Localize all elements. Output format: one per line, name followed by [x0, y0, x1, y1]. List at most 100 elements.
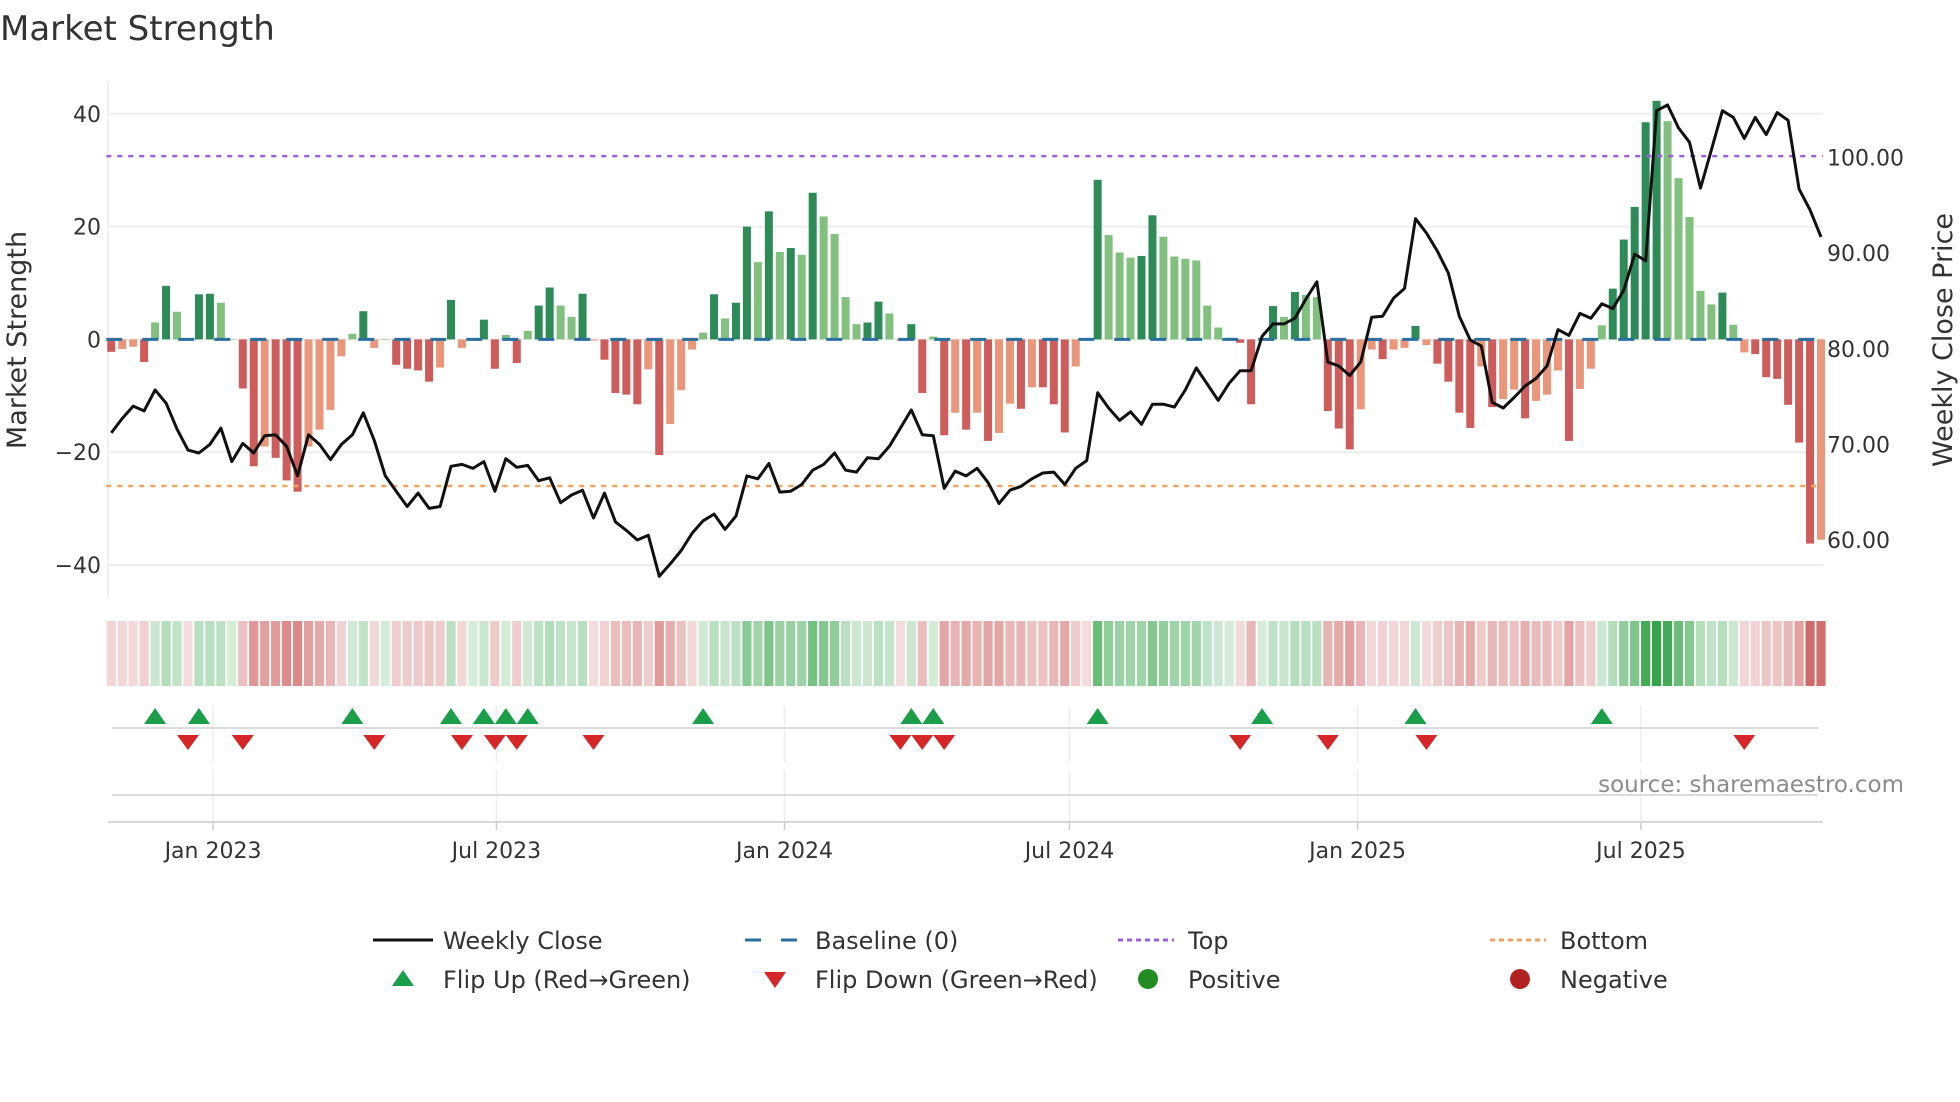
heatmap-cell	[512, 621, 522, 686]
negative-bar	[666, 339, 675, 424]
positive-bar	[1203, 305, 1212, 340]
y2-tick-label: 60.00	[1827, 529, 1890, 554]
heatmap-cell	[1169, 621, 1179, 686]
negative-bar	[1433, 339, 1442, 364]
positive-bar	[863, 322, 872, 340]
legend-item-baseline: Baseline (0)	[745, 927, 958, 955]
heatmap-cell	[983, 621, 993, 686]
heatmap-cell	[676, 621, 686, 686]
negative-bar	[1466, 339, 1475, 428]
positive-bar	[545, 287, 554, 340]
negative-bar	[622, 339, 631, 395]
heatmap-cell	[391, 621, 401, 686]
positive-bar	[479, 319, 488, 340]
heatmap-cell	[797, 621, 807, 686]
heatmap-cell	[172, 621, 182, 686]
heatmap-cell	[994, 621, 1004, 686]
legend-label: Flip Down (Green→Red)	[815, 966, 1098, 994]
negative-bar	[1060, 339, 1069, 433]
heatmap-cell	[643, 621, 653, 686]
heatmap-cell	[117, 621, 127, 686]
heatmap-cell	[1750, 621, 1760, 686]
positive-bar	[1214, 327, 1223, 340]
positive-bar	[447, 299, 456, 340]
heatmap-cell	[128, 621, 138, 686]
heatmap-cell	[1487, 621, 1497, 686]
heatmap-cell	[1443, 621, 1453, 686]
x-tick-label: Jul 2025	[1594, 839, 1686, 864]
negative-bar	[1521, 339, 1530, 419]
heatmap-cell	[523, 621, 533, 686]
green-dot-icon	[1138, 969, 1158, 989]
negative-bar	[1817, 339, 1826, 540]
heatmap-cell	[939, 621, 949, 686]
negative-bar	[436, 339, 445, 368]
heatmap-cell	[216, 621, 226, 686]
negative-bar	[1444, 339, 1453, 382]
heatmap-cell	[325, 621, 336, 686]
heatmap-cell	[742, 621, 752, 686]
heatmap-cell	[446, 621, 456, 686]
negative-bar	[425, 339, 434, 382]
positive-bar	[1707, 304, 1716, 340]
positive-bar	[1093, 179, 1102, 340]
positive-bar	[567, 316, 576, 340]
heatmap-cell	[687, 621, 697, 686]
positive-bar	[556, 305, 565, 340]
negative-bar	[337, 339, 346, 357]
heatmap-cell	[1641, 621, 1651, 686]
positive-bar	[162, 285, 171, 340]
heatmap-cell	[183, 621, 193, 686]
positive-bar	[1279, 316, 1288, 340]
heatmap-cell	[1071, 621, 1081, 686]
negative-bar	[918, 339, 927, 393]
flip-down-marker	[450, 735, 473, 750]
legend-label: Bottom	[1560, 927, 1648, 955]
heatmap-cell	[917, 621, 927, 686]
heatmap-cell	[1805, 621, 1815, 686]
flip-up-marker	[516, 708, 539, 724]
positive-bar	[1411, 325, 1420, 340]
heatmap-cell	[106, 621, 116, 686]
positive-bar	[173, 311, 182, 340]
heatmap-cell	[1772, 621, 1782, 686]
heatmap-cell	[314, 621, 325, 686]
negative-bar	[655, 339, 664, 456]
flip-up-marker	[341, 708, 364, 724]
heatmap-cell	[720, 621, 730, 686]
strength-heatmap-strip	[106, 621, 1826, 686]
negative-bar	[1038, 339, 1047, 388]
flip-down-marker	[1229, 735, 1252, 750]
legend-item-flip_down: Flip Down (Green→Red)	[764, 966, 1098, 994]
triangle-up-icon	[392, 970, 414, 986]
positive-bar	[1630, 206, 1639, 340]
flip-up-marker	[187, 708, 210, 724]
negative-bar	[1455, 339, 1464, 413]
flip-up-marker	[900, 708, 923, 724]
positive-bar	[830, 233, 839, 340]
flip-down-marker	[911, 735, 934, 750]
positive-bar	[710, 294, 719, 340]
negative-bar	[611, 339, 620, 393]
heatmap-cell	[1301, 621, 1311, 686]
heatmap-cell	[1608, 621, 1618, 686]
heatmap-cell	[1652, 621, 1662, 686]
positive-bar	[1608, 288, 1617, 340]
heatmap-cell	[1235, 621, 1245, 686]
positive-bar	[205, 293, 214, 340]
heatmap-cell	[1257, 621, 1267, 686]
heatmap-cell	[424, 621, 434, 686]
heatmap-cell	[1202, 621, 1212, 686]
heatmap-cell	[830, 621, 840, 686]
heatmap-cell	[840, 621, 851, 686]
heatmap-cell	[1213, 621, 1223, 686]
flip-up-marker	[692, 708, 715, 724]
heatmap-cell	[1575, 621, 1585, 686]
positive-bar	[534, 305, 543, 340]
heatmap-cell	[906, 621, 916, 686]
heatmap-cell	[1783, 621, 1793, 686]
heatmap-cell	[1684, 621, 1695, 686]
negative-bar	[677, 339, 686, 391]
y-tick-label: 20	[73, 216, 101, 241]
positive-bar	[1148, 215, 1157, 340]
